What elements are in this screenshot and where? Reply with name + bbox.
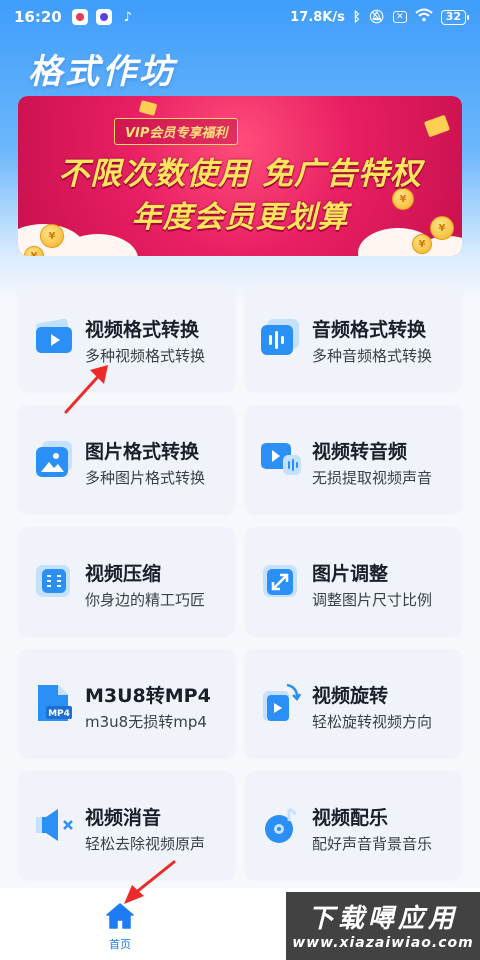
tool-subtitle: 你身边的精工巧匠 xyxy=(85,591,206,609)
mute-bell-icon: 🔕︎ xyxy=(368,9,386,25)
red-envelope-icon xyxy=(138,100,158,116)
status-bar: 16:20 ♪ 17.8K/s ᛒ 🔕︎ ✕ 32 xyxy=(0,0,480,34)
coin-icon: ¥ xyxy=(412,234,432,254)
app-title: 格式作坊 xyxy=(28,52,176,92)
audio-wave-icon xyxy=(259,317,303,357)
nav-home-label: 首页 xyxy=(109,938,131,951)
annotation-arrow xyxy=(124,860,176,904)
tool-card-m3u8-to-mp4[interactable]: MP4 M3U8转MP4 m3u8无损转mp4 xyxy=(18,649,235,757)
tool-card-video-rotate[interactable]: 视频旋转 轻松旋转视频方向 xyxy=(245,649,462,757)
vip-banner[interactable]: ¥ ¥ ¥ ¥ ¥ VIP会员专享福利 不限次数使用 免广告特权 年度会员更划算 xyxy=(18,96,462,256)
tool-subtitle: 调整图片尺寸比例 xyxy=(312,591,433,609)
tool-title: M3U8转MP4 xyxy=(85,685,211,707)
video-to-audio-icon xyxy=(259,439,303,479)
banner-subheadline: 年度会员更划算 xyxy=(131,200,349,235)
svg-text:MP4: MP4 xyxy=(48,709,70,719)
tool-subtitle: 配好声音背景音乐 xyxy=(312,835,433,853)
tool-title: 视频转音频 xyxy=(312,441,408,463)
watermark-url: www.xiazaiwiao.com xyxy=(292,935,474,951)
watermark-title: 下载噚应用 xyxy=(307,904,458,934)
banner-tag: VIP会员专享福利 xyxy=(114,118,239,145)
video-play-icon xyxy=(32,317,76,357)
resize-icon xyxy=(259,561,303,601)
tool-title: 音频格式转换 xyxy=(312,319,427,341)
status-time: 16:20 xyxy=(14,8,62,26)
tool-title: 视频旋转 xyxy=(312,685,389,707)
tool-title: 视频格式转换 xyxy=(85,319,200,341)
tool-title: 图片调整 xyxy=(312,563,389,585)
tool-title: 视频消音 xyxy=(85,807,162,829)
mute-icon xyxy=(32,805,76,845)
tool-card-image-adjust[interactable]: 图片调整 调整图片尺寸比例 xyxy=(245,527,462,635)
tool-card-video-format[interactable]: 视频格式转换 多种视频格式转换 xyxy=(18,283,235,391)
tool-card-video-to-audio[interactable]: 视频转音频 无损提取视频声音 xyxy=(245,405,462,513)
notification-app-icon xyxy=(71,9,88,25)
tool-subtitle: 轻松旋转视频方向 xyxy=(312,713,433,731)
tool-card-video-music[interactable]: 视频配乐 配好声音背景音乐 xyxy=(245,771,462,879)
tool-title: 图片格式转换 xyxy=(85,441,200,463)
tool-subtitle: 无损提取视频声音 xyxy=(312,469,433,487)
bluetooth-icon: ᛒ xyxy=(352,9,361,25)
annotation-arrow xyxy=(64,365,108,414)
tool-subtitle: 多种音频格式转换 xyxy=(312,347,433,365)
notification-app-icon xyxy=(95,9,112,25)
tool-card-video-compress[interactable]: 视频压缩 你身边的精工巧匠 xyxy=(18,527,235,635)
red-envelope-icon xyxy=(423,114,451,138)
sim-icon: ✕ xyxy=(393,11,407,23)
rotate-video-icon xyxy=(259,683,303,723)
tool-subtitle: 多种图片格式转换 xyxy=(85,469,206,487)
compress-icon xyxy=(32,561,76,601)
site-watermark: 下载噚应用 www.xiazaiwiao.com xyxy=(286,892,480,960)
network-speed: 17.8K/s xyxy=(290,9,345,25)
tool-card-audio-format[interactable]: 音频格式转换 多种音频格式转换 xyxy=(245,283,462,391)
tool-title: 视频配乐 xyxy=(312,807,389,829)
wifi-icon xyxy=(415,8,433,26)
battery-indicator: 32 xyxy=(440,9,470,25)
tiktok-icon: ♪ xyxy=(123,9,132,25)
tool-subtitle: m3u8无损转mp4 xyxy=(85,713,207,731)
mp4-file-icon: MP4 xyxy=(32,683,76,723)
tool-card-image-format[interactable]: 图片格式转换 多种图片格式转换 xyxy=(18,405,235,513)
music-note-icon xyxy=(259,805,303,845)
image-icon xyxy=(32,439,76,479)
tool-subtitle: 轻松去除视频原声 xyxy=(85,835,206,853)
banner-headline: 不限次数使用 免广告特权 xyxy=(58,156,422,192)
tool-title: 视频压缩 xyxy=(85,563,162,585)
